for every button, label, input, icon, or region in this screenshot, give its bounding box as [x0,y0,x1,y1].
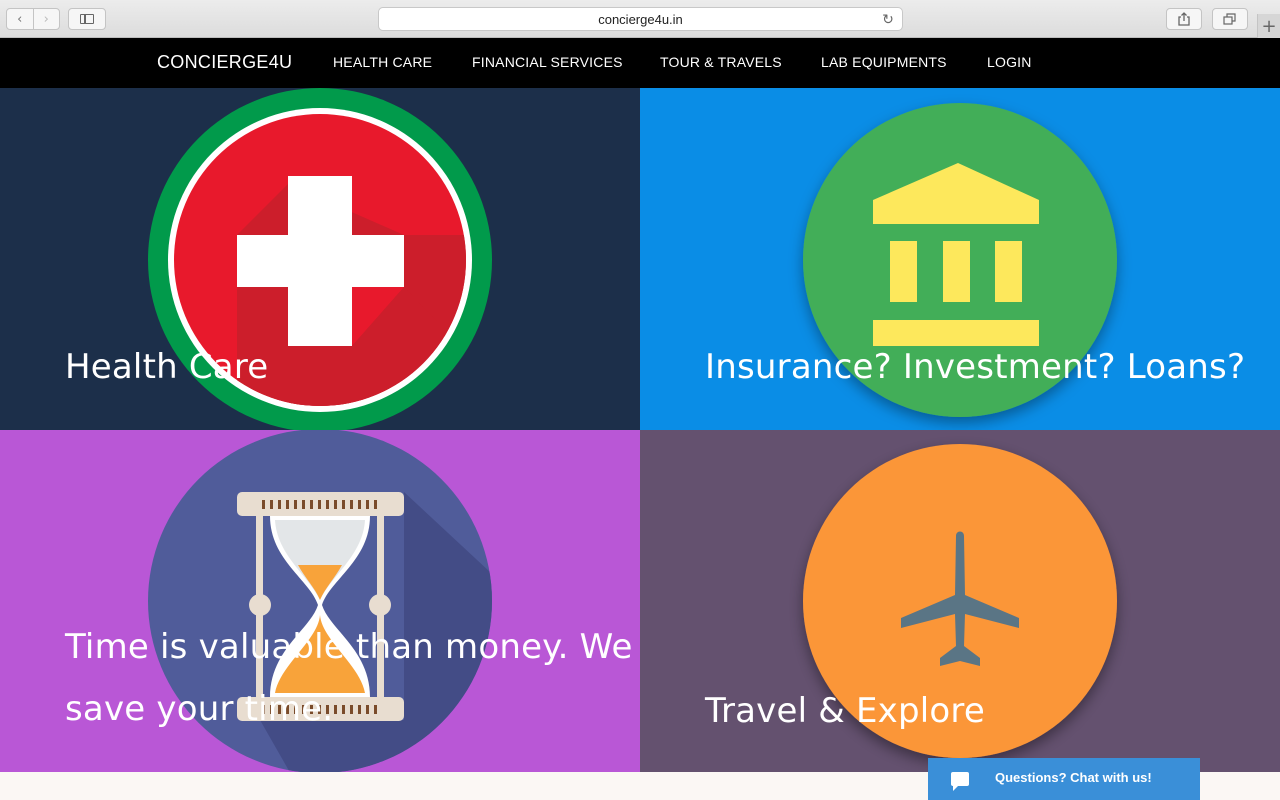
chat-widget-label: Questions? Chat with us! [995,770,1152,785]
chat-bubble-icon [951,772,969,791]
tile-health-care[interactable]: Health Care [0,88,640,430]
nav-health-care[interactable]: HEALTH CARE [333,54,432,70]
url-text: concierge4u.in [598,11,683,27]
nav-financial-services[interactable]: FINANCIAL SERVICES [472,54,623,70]
browser-toolbar: ‹ › concierge4u.in ↻ + [0,0,1280,38]
share-icon [1178,12,1190,26]
nav-login[interactable]: LOGIN [987,54,1032,70]
tile-caption-financial: Insurance? Investment? Loans? [705,347,1246,387]
address-bar[interactable]: concierge4u.in ↻ [378,7,903,31]
history-nav: ‹ › [6,8,60,30]
tile-financial-services[interactable]: Insurance? Investment? Loans? [640,88,1280,430]
sidebar-toggle-button[interactable] [68,8,106,30]
tabs-icon [1223,13,1236,25]
tile-caption-time-line2: save your time. [65,689,334,729]
nav-lab-equipments[interactable]: LAB EQUIPMENTS [821,54,947,70]
tile-caption-health-care: Health Care [65,347,269,387]
tile-time-saving[interactable]: Time is valuable than money. We save you… [0,430,640,772]
show-tabs-button[interactable] [1212,8,1248,30]
tile-caption-time-line1: Time is valuable than money. We [65,627,633,667]
chat-widget-button[interactable]: Questions? Chat with us! [928,758,1200,800]
new-tab-button[interactable]: + [1257,14,1280,38]
forward-button[interactable]: › [32,9,60,29]
tile-caption-time: Time is valuable than money. We save you… [65,616,633,740]
site-navbar: CONCIERGE4U HEALTH CARE FINANCIAL SERVIC… [0,38,1280,88]
sidebar-icon [80,14,94,24]
share-button[interactable] [1166,8,1202,30]
reload-icon[interactable]: ↻ [880,11,896,27]
nav-tour-travels[interactable]: TOUR & TRAVELS [660,54,782,70]
tile-travel-explore[interactable]: Travel & Explore [640,430,1280,772]
brand-logo-link[interactable]: CONCIERGE4U [157,52,292,73]
back-button[interactable]: ‹ [7,9,33,29]
tile-caption-travel: Travel & Explore [705,691,985,731]
